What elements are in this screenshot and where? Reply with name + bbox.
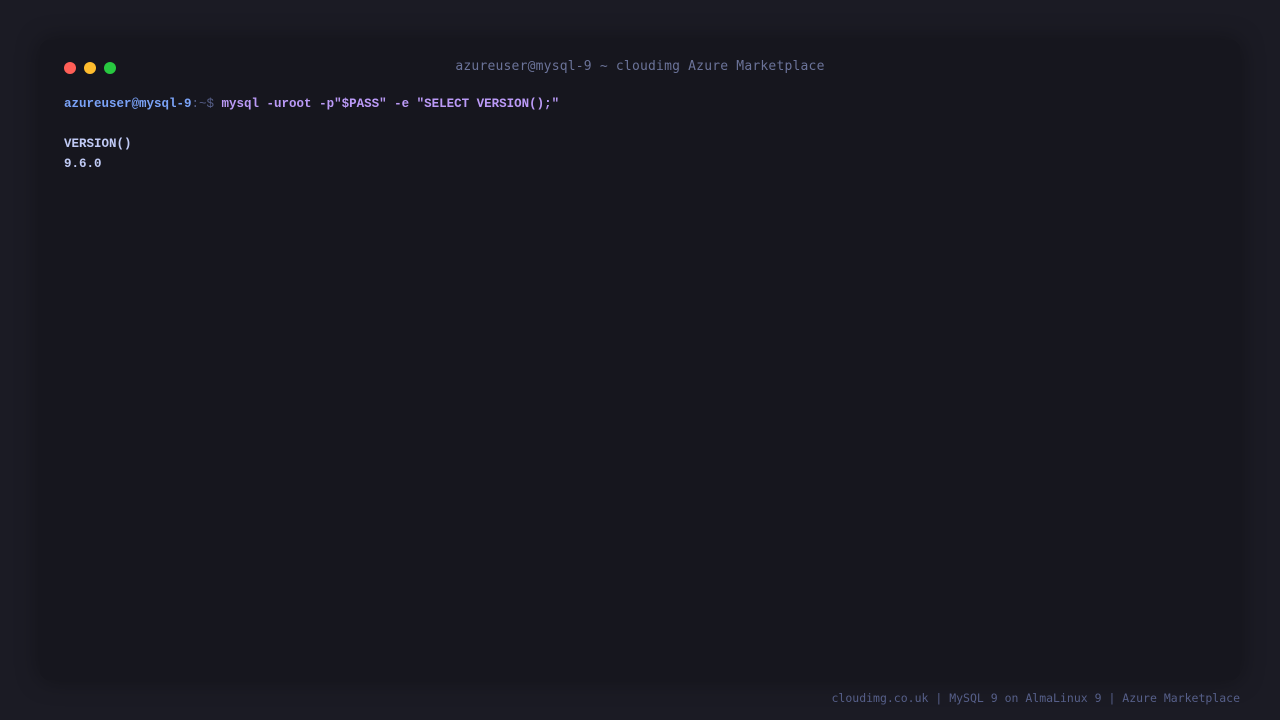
title-bar: azureuser@mysql-9 ~ cloudimg Azure Marke… xyxy=(40,40,1240,96)
command-text: mysql -uroot -p"$PASS" -e "SELECT VERSIO… xyxy=(221,97,560,111)
output-value: 9.6.0 xyxy=(64,157,102,171)
terminal-window[interactable]: azureuser@mysql-9 ~ cloudimg Azure Marke… xyxy=(40,40,1240,680)
command-line: azureuser@mysql-9:~$ mysql -uroot -p"$PA… xyxy=(64,94,1216,114)
prompt-path: :~$ xyxy=(191,97,222,111)
output-header: VERSION() xyxy=(64,137,132,151)
window-title: azureuser@mysql-9 ~ cloudimg Azure Marke… xyxy=(455,59,825,74)
prompt-user: azureuser@mysql-9 xyxy=(64,97,192,111)
footer-caption: cloudimg.co.uk | MySQL 9 on AlmaLinux 9 … xyxy=(831,691,1241,705)
terminal-output[interactable]: azureuser@mysql-9:~$ mysql -uroot -p"$PA… xyxy=(64,94,1216,174)
